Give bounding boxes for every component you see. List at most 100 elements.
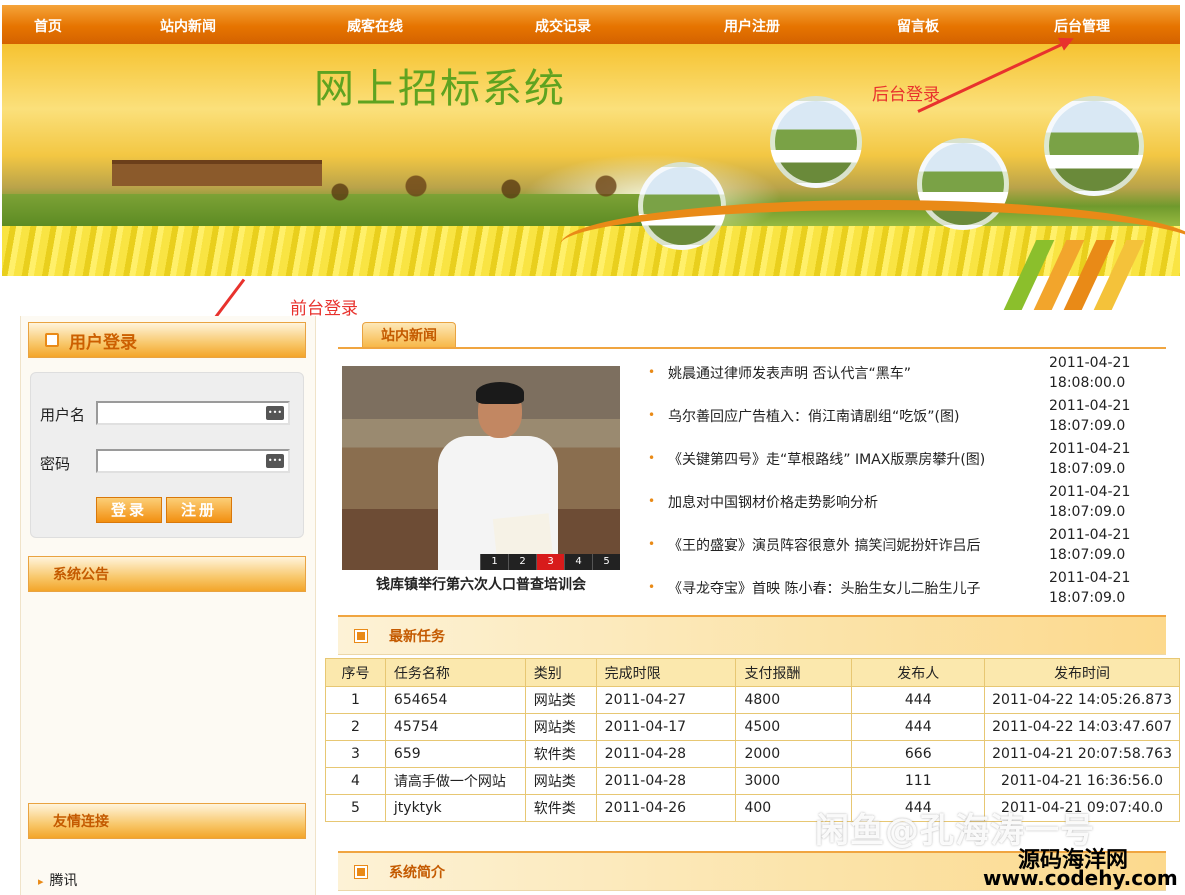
annotation-backend-login: 后台登录: [872, 85, 940, 105]
notice-panel-title: 系统公告: [53, 567, 109, 583]
nav-witkey-online[interactable]: 威客在线: [347, 16, 403, 36]
news-date: 2011-04-21 18:07:09.0: [1049, 527, 1131, 563]
nav-deal-records[interactable]: 成交记录: [535, 16, 591, 36]
login-icon: [45, 333, 59, 347]
keyboard-icon: •••: [266, 406, 284, 420]
news-date: 2011-04-21 18:07:09.0: [1049, 484, 1131, 520]
nav-home[interactable]: 首页: [34, 16, 62, 36]
cell-category: 软件类: [524, 794, 597, 822]
cell-publish-time: 2011-04-22 14:05:26.873: [984, 686, 1180, 714]
news-photo[interactable]: 1 2 3 4 5: [342, 366, 620, 570]
news-date: 2011-04-21 18:07:09.0: [1049, 570, 1131, 606]
cell-task-name[interactable]: 659: [384, 740, 526, 768]
nav-site-news[interactable]: 站内新闻: [160, 16, 216, 36]
cell-index: 1: [325, 686, 386, 714]
news-title[interactable]: 《王的盛宴》演员阵容很意外 搞笑闫妮扮奸诈吕后: [668, 535, 980, 555]
news-title[interactable]: 姚晨通过律师发表声明 否认代言“黑车”: [668, 363, 911, 383]
banner-photo-bubble: [770, 96, 862, 188]
tasks-section-title: 最新任务: [389, 628, 445, 645]
username-label: 用户名: [40, 406, 86, 424]
photo-person: [438, 382, 558, 570]
cell-publish-time: 2011-04-21 16:36:56.0: [984, 767, 1180, 795]
pager-button[interactable]: 2: [508, 554, 536, 570]
cell-publisher: 444: [851, 686, 986, 714]
cell-reward: 2000: [735, 740, 853, 768]
news-item: • 《王的盛宴》演员阵容很意外 搞笑闫妮扮奸诈吕后 2011-04-21 18:0…: [648, 524, 1168, 567]
bullet-icon: •: [648, 580, 656, 594]
brand-url: www.codehy.com: [983, 866, 1178, 890]
section-icon: [354, 628, 368, 643]
cell-category: 网站类: [524, 767, 597, 795]
bullet-icon: •: [648, 537, 656, 551]
banner-trees: [302, 144, 682, 204]
table-row[interactable]: 4 请高手做一个网站 网站类 2011-04-28 3000 111 2011-…: [325, 767, 1180, 795]
site-title: 网上招标系统: [314, 66, 566, 112]
nav-user-register[interactable]: 用户注册: [724, 16, 780, 36]
cell-task-name[interactable]: 654654: [384, 686, 526, 714]
bullet-icon: •: [648, 365, 656, 379]
keyboard-icon: •••: [266, 454, 284, 468]
column-header: 序号: [325, 658, 386, 687]
cell-publish-time: 2011-04-21 20:07:58.763: [984, 740, 1180, 768]
news-title[interactable]: 乌尔善回应广告植入：俏江南请剧组“吃饭”(图): [668, 406, 959, 426]
cell-index: 4: [325, 767, 386, 795]
intro-section-title: 系统简介: [389, 864, 445, 881]
password-label: 密码: [40, 455, 71, 473]
bullet-icon: •: [648, 494, 656, 508]
cell-index: 5: [325, 794, 386, 822]
news-title[interactable]: 《关键第四号》走“草根路线” IMAX版票房攀升(图): [668, 449, 985, 469]
login-button[interactable]: 登录: [96, 497, 162, 523]
tab-site-news[interactable]: 站内新闻: [362, 322, 456, 348]
news-item: • 乌尔善回应广告植入：俏江南请剧组“吃饭”(图) 2011-04-21 18:0…: [648, 395, 1168, 438]
news-date: 2011-04-21 18:08:00.0: [1049, 355, 1131, 391]
bullet-icon: •: [648, 451, 656, 465]
column-header: 完成时限: [595, 658, 737, 687]
tasks-table: 序号 任务名称 类别 完成时限 支付报酬 发布人 发布时间 1 654654 网…: [325, 658, 1180, 822]
table-row[interactable]: 3 659 软件类 2011-04-28 2000 666 2011-04-21…: [325, 740, 1180, 768]
column-header: 类别: [524, 658, 597, 687]
tasks-section-header: 最新任务: [338, 615, 1166, 655]
cell-deadline: 2011-04-28: [595, 740, 737, 768]
nav-message-board[interactable]: 留言板: [897, 16, 939, 36]
pager-button[interactable]: 4: [564, 554, 592, 570]
register-button[interactable]: 注册: [166, 497, 232, 523]
cell-reward: 4800: [735, 686, 853, 714]
table-row[interactable]: 2 45754 网站类 2011-04-17 4500 444 2011-04-…: [325, 713, 1180, 741]
pager-button[interactable]: 1: [480, 554, 508, 570]
banner-photo-bubble: [1044, 96, 1144, 196]
links-panel-header: 友情连接: [28, 803, 306, 839]
cell-reward: 4500: [735, 713, 853, 741]
news-title[interactable]: 《寻龙夺宝》首映 陈小春：头胎生女儿二胎生儿子: [668, 578, 980, 598]
column-header: 发布人: [851, 658, 986, 687]
cell-deadline: 2011-04-26: [595, 794, 737, 822]
links-panel-title: 友情连接: [53, 814, 109, 830]
cell-task-name[interactable]: 45754: [384, 713, 526, 741]
news-item: • 姚晨通过律师发表声明 否认代言“黑车” 2011-04-21 18:08:00…: [648, 352, 1168, 395]
cell-reward: 3000: [735, 767, 853, 795]
username-input[interactable]: •••: [96, 401, 290, 425]
column-header: 任务名称: [384, 658, 526, 687]
table-header-row: 序号 任务名称 类别 完成时限 支付报酬 发布人 发布时间: [325, 658, 1180, 687]
table-row[interactable]: 1 654654 网站类 2011-04-27 4800 444 2011-04…: [325, 686, 1180, 714]
news-title[interactable]: 加息对中国钢材价格走势影响分析: [668, 492, 878, 512]
cell-category: 网站类: [524, 713, 597, 741]
bullet-icon: •: [648, 408, 656, 422]
cell-deadline: 2011-04-17: [595, 713, 737, 741]
news-date: 2011-04-21 18:07:09.0: [1049, 441, 1131, 477]
nav-admin[interactable]: 后台管理: [1054, 16, 1110, 36]
cell-task-name[interactable]: jtyktyk: [384, 794, 526, 822]
cell-publisher: 444: [851, 713, 986, 741]
top-nav: 首页 站内新闻 威客在线 成交记录 用户注册 留言板 后台管理: [2, 5, 1180, 44]
news-item: • 《寻龙夺宝》首映 陈小春：头胎生女儿二胎生儿子 2011-04-21 18:0…: [648, 567, 1168, 610]
column-header: 支付报酬: [735, 658, 853, 687]
column-header: 发布时间: [984, 658, 1180, 687]
friend-link-item[interactable]: 腾讯: [38, 870, 78, 890]
news-date: 2011-04-21 18:07:09.0: [1049, 398, 1131, 434]
cell-index: 2: [325, 713, 386, 741]
cell-publisher: 111: [851, 767, 986, 795]
pager-button-active[interactable]: 3: [536, 554, 564, 570]
password-input[interactable]: •••: [96, 449, 290, 473]
pager-button[interactable]: 5: [592, 554, 620, 570]
photo-caption[interactable]: 钱库镇举行第六次人口普查培训会: [342, 574, 620, 594]
cell-task-name[interactable]: 请高手做一个网站: [384, 767, 526, 795]
